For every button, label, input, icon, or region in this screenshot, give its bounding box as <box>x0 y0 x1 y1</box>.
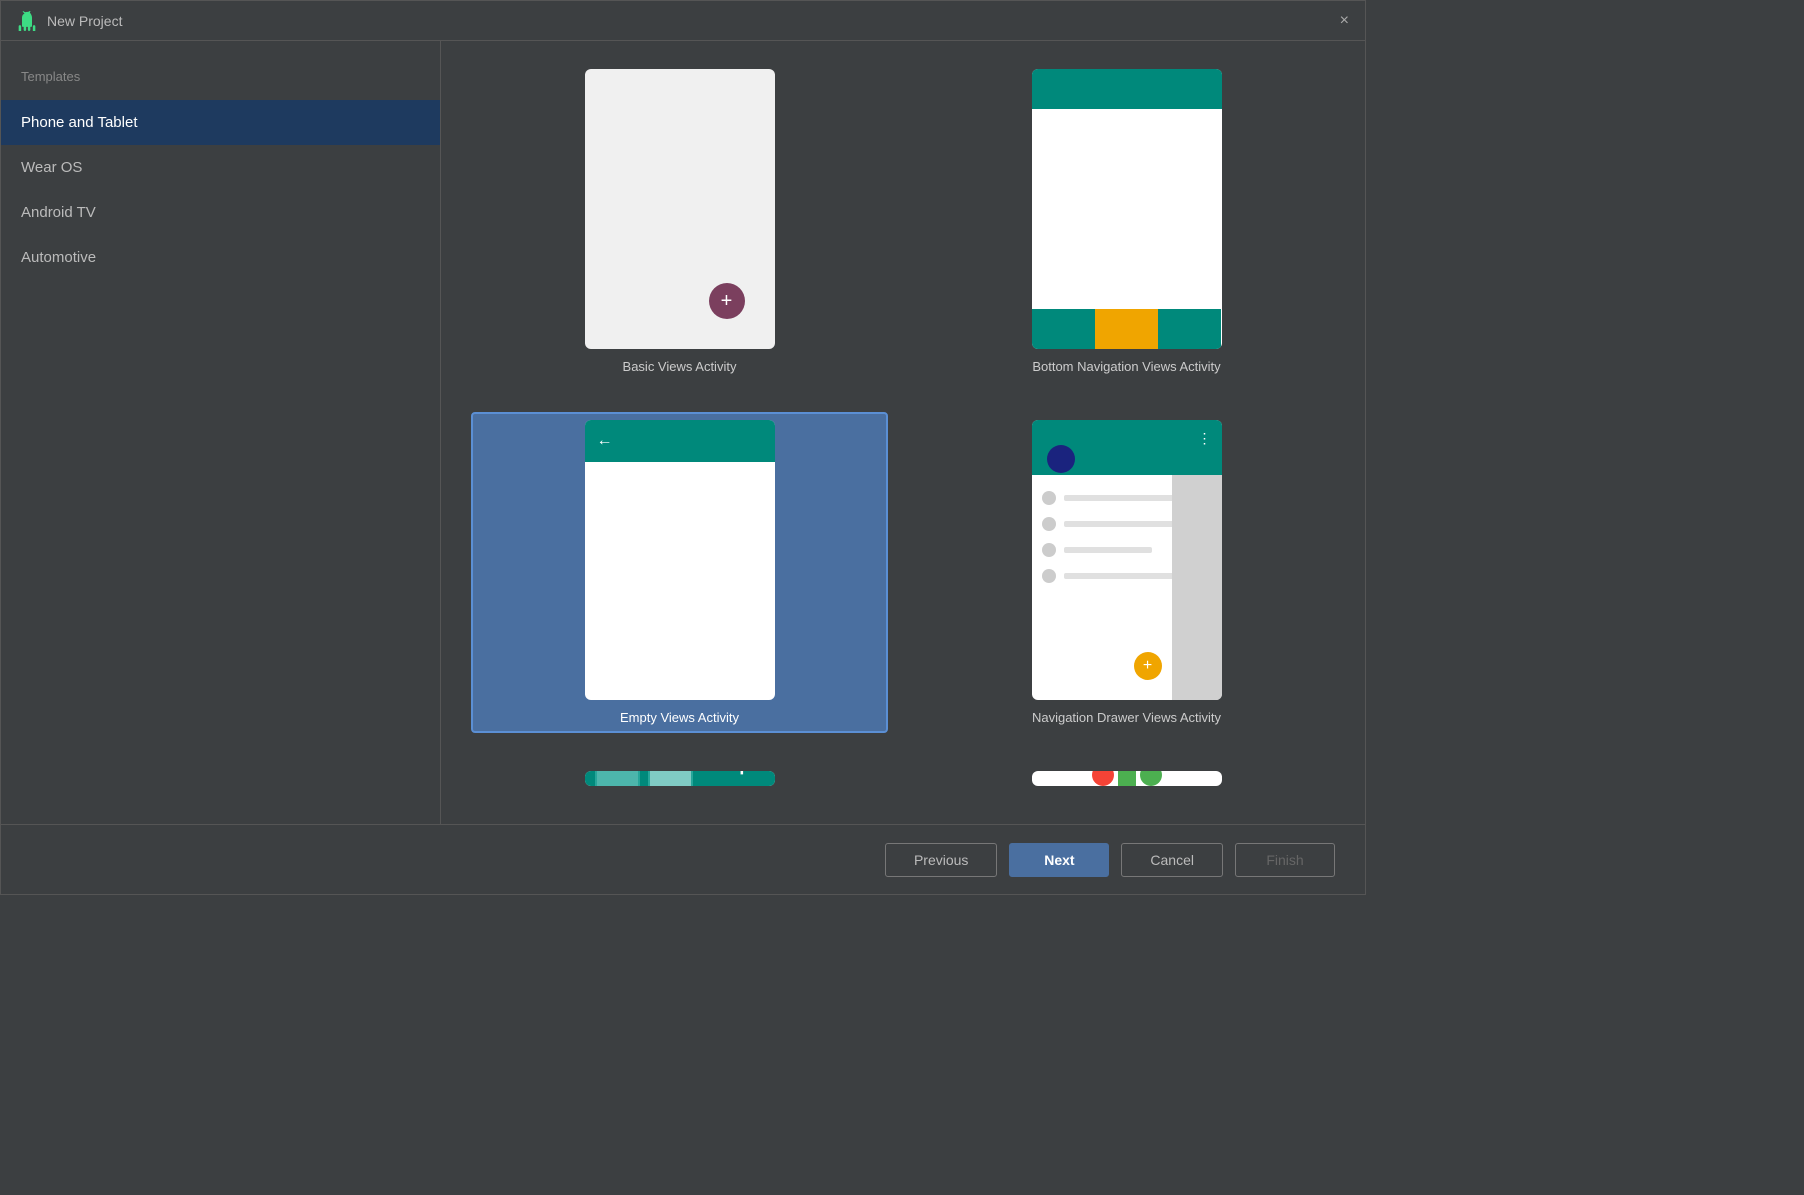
top-bar: ← <box>585 420 775 462</box>
template-preview-empty-views: ← <box>585 420 775 700</box>
close-button[interactable]: × <box>1340 13 1349 29</box>
template-grid: + Basic Views Activity Bottom Navigation… <box>441 41 1365 824</box>
fab-icon: + <box>709 283 745 319</box>
template-preview-nav-drawer: ⋮ <box>1032 420 1222 700</box>
next-button[interactable]: Next <box>1009 843 1109 877</box>
templates-label: Templates <box>1 61 440 100</box>
teal-grid-area: ↗ <box>585 771 775 786</box>
nav-bottom-bar <box>1032 309 1222 349</box>
template-preview-chart: ↗ <box>585 771 775 786</box>
dots-menu-icon: ⋮ <box>1198 430 1212 447</box>
sidebar-item-phone-tablet[interactable]: Phone and Tablet <box>1 100 440 145</box>
main-content: Templates Phone and Tablet Wear OS Andro… <box>1 41 1365 824</box>
template-card-bottom-nav[interactable]: Bottom Navigation Views Activity <box>918 61 1335 382</box>
sidebar-item-automotive[interactable]: Automotive <box>1 235 440 280</box>
sidebar-item-wear-os[interactable]: Wear OS <box>1 145 440 190</box>
template-card-basic-views[interactable]: + Basic Views Activity <box>471 61 888 382</box>
template-label-bottom-nav: Bottom Navigation Views Activity <box>1032 359 1220 374</box>
drawer-fab: + <box>1134 652 1162 680</box>
template-preview-bottom-nav <box>1032 69 1222 349</box>
circle-avatar <box>1047 445 1075 473</box>
title-bar-left: New Project <box>17 11 122 31</box>
template-card-nav-drawer[interactable]: ⋮ <box>918 412 1335 733</box>
template-card-empty-views[interactable]: ← Empty Views Activity <box>471 412 888 733</box>
bottom-button-bar: Previous Next Cancel Finish <box>1 824 1365 894</box>
template-preview-basic-views: + <box>585 69 775 349</box>
android-icon <box>17 11 37 31</box>
template-preview-android <box>1032 771 1222 786</box>
back-arrow-icon: ← <box>597 432 613 450</box>
drawer-panel <box>1172 475 1222 700</box>
template-label-nav-drawer: Navigation Drawer Views Activity <box>1032 710 1221 725</box>
top-stripe <box>1032 69 1222 109</box>
dialog-title: New Project <box>47 13 122 29</box>
previous-button[interactable]: Previous <box>885 843 997 877</box>
finish-button[interactable]: Finish <box>1235 843 1335 877</box>
template-card-chart[interactable]: ↗ <box>471 763 888 804</box>
sidebar-item-android-tv[interactable]: Android TV <box>1 190 440 235</box>
title-bar: New Project × <box>1 1 1365 41</box>
template-label-empty-views: Empty Views Activity <box>620 710 739 725</box>
template-label-basic-views: Basic Views Activity <box>623 359 737 374</box>
template-card-android[interactable] <box>918 763 1335 804</box>
cancel-button[interactable]: Cancel <box>1121 843 1223 877</box>
new-project-dialog: New Project × Templates Phone and Tablet… <box>0 0 1366 895</box>
arrow-diagonal-icon: ↗ <box>721 771 764 785</box>
sidebar: Templates Phone and Tablet Wear OS Andro… <box>1 41 441 824</box>
